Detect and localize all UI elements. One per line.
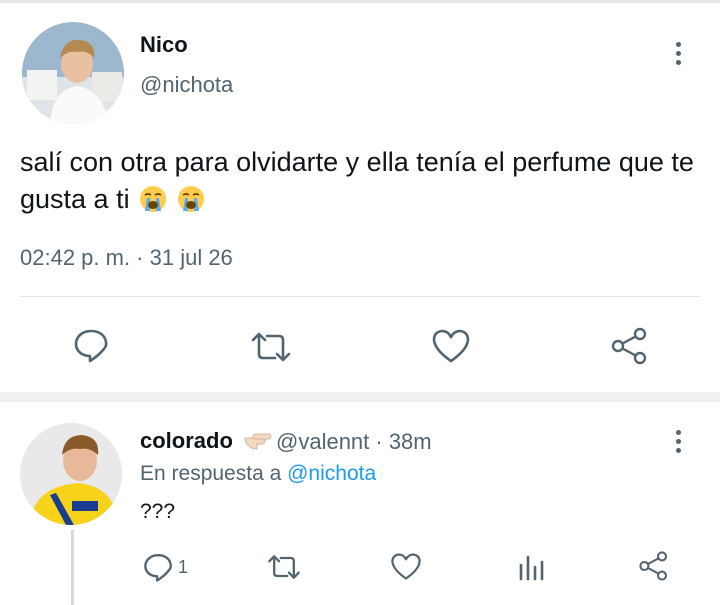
share-icon [639,551,668,581]
thread-line [71,530,74,605]
author-name[interactable]: Nico [140,32,188,58]
tweet-text: salí con otra para olvidarte y ella tení… [20,144,710,218]
tweet-timestamp[interactable]: 02:42 p. m. · 31 jul 26 [20,245,233,271]
more-options-icon[interactable] [672,42,684,72]
reply-count: 1 [178,556,189,577]
like-icon [432,329,470,363]
reply-author-name[interactable]: colorado [140,428,273,454]
author-handle[interactable]: @nichota [140,72,233,98]
divider [20,296,700,297]
analytics-button[interactable] [517,553,545,581]
pointing-hand-icon [244,433,272,450]
share-icon [611,327,647,365]
replying-to: En respuesta a @nichota [140,462,376,486]
share-button[interactable] [610,326,650,366]
more-options-icon[interactable] [672,430,684,460]
reply-button[interactable] [72,326,110,364]
reply-share-button[interactable] [638,550,670,582]
replying-prefix: En respuesta a [140,462,282,485]
analytics-icon [519,555,544,581]
like-icon [391,553,421,580]
retweet-icon [268,555,300,579]
retweet-icon [251,332,291,362]
reply-name: colorado [140,428,233,453]
reply-icon [74,329,108,363]
reply-icon [144,554,172,582]
loudly-crying-face-icon [140,186,167,212]
reply-text: ??? [140,500,176,523]
replying-to-link[interactable]: @nichota [287,462,376,485]
main-tweet: Nico @nichota salí con otra para olvidar… [0,0,720,392]
section-separator [0,392,720,402]
avatar[interactable] [22,22,124,124]
reply-retweet-button[interactable] [266,553,302,581]
retweet-button[interactable] [249,330,293,364]
like-button[interactable] [431,328,471,364]
reply-avatar[interactable] [20,423,122,525]
loudly-crying-face-icon [177,186,204,212]
reply-handle-time[interactable]: @valennt · 38m [276,429,432,455]
tweet-body: salí con otra para olvidarte y ella tení… [20,147,694,214]
reply-reply-button[interactable]: 1 [142,551,188,583]
reply-like-button[interactable] [390,552,422,581]
